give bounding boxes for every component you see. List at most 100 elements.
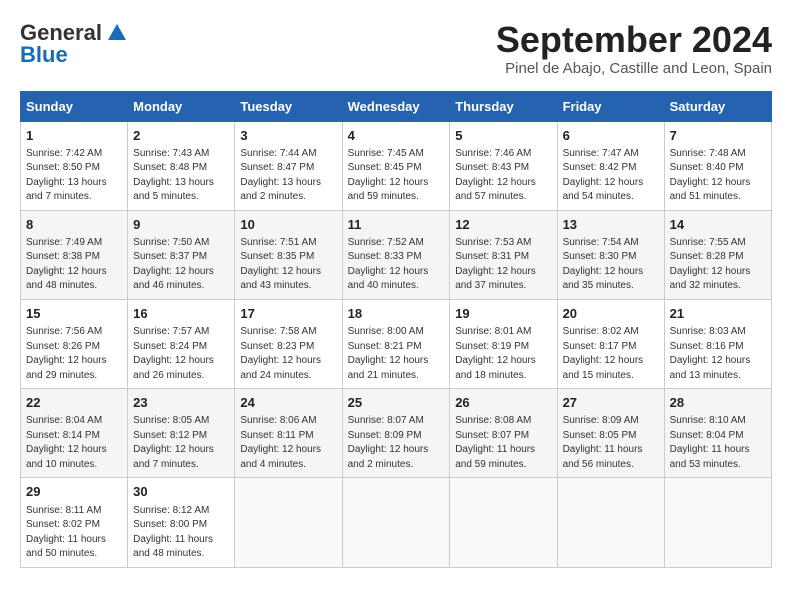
calendar-cell: 23 Sunrise: 8:05 AMSunset: 8:12 PMDayligh… [128,389,235,478]
day-number: 28 [670,394,766,412]
day-number: 20 [563,305,659,323]
day-info: Sunrise: 7:52 AMSunset: 8:33 PMDaylight:… [348,236,445,294]
day-info: Sunrise: 8:06 AMSunset: 8:11 PMDaylight:… [240,414,336,472]
day-number: 26 [455,394,551,412]
day-info: Sunrise: 7:55 AMSunset: 8:28 PMDaylight:… [670,236,766,294]
weekday-friday: Friday [557,91,664,121]
calendar-cell: 20 Sunrise: 8:02 AMSunset: 8:17 PMDayligh… [557,299,664,388]
calendar-cell: 25 Sunrise: 8:07 AMSunset: 8:09 PMDayligh… [342,389,450,478]
calendar-cell: 7 Sunrise: 7:48 AMSunset: 8:40 PMDaylight… [664,121,771,210]
day-number: 13 [563,216,659,234]
day-info: Sunrise: 7:44 AMSunset: 8:47 PMDaylight:… [240,147,336,205]
page-header: General Blue September 2024 Pinel de Aba… [20,20,772,77]
day-number: 14 [670,216,766,234]
day-info: Sunrise: 8:09 AMSunset: 8:05 PMDaylight:… [563,414,659,472]
day-number: 23 [133,394,229,412]
weekday-thursday: Thursday [450,91,557,121]
day-number: 19 [455,305,551,323]
calendar-cell: 8Sunrise: 7:49 AMSunset: 8:38 PMDaylight… [21,210,128,299]
calendar-cell: 2 Sunrise: 7:43 AMSunset: 8:48 PMDaylight… [128,121,235,210]
day-info: Sunrise: 7:45 AMSunset: 8:45 PMDaylight:… [348,147,445,205]
calendar-cell: 26 Sunrise: 8:08 AMSunset: 8:07 PMDayligh… [450,389,557,478]
calendar-cell: 11 Sunrise: 7:52 AMSunset: 8:33 PMDayligh… [342,210,450,299]
day-info: Sunrise: 8:05 AMSunset: 8:12 PMDaylight:… [133,414,229,472]
day-number: 3 [240,127,336,145]
day-info: Sunrise: 7:48 AMSunset: 8:40 PMDaylight:… [670,147,766,205]
calendar-cell: 13Sunrise: 7:54 AMSunset: 8:30 PMDayligh… [557,210,664,299]
day-info: Sunrise: 8:12 AMSunset: 8:00 PMDaylight:… [133,504,229,562]
calendar-cell: 17 Sunrise: 7:58 AMSunset: 8:23 PMDayligh… [235,299,342,388]
day-info: Sunrise: 7:50 AMSunset: 8:37 PMDaylight:… [133,236,229,294]
day-info: Sunrise: 8:01 AMSunset: 8:19 PMDaylight:… [455,325,551,383]
day-number: 16 [133,305,229,323]
day-info: Sunrise: 7:57 AMSunset: 8:24 PMDaylight:… [133,325,229,383]
day-number: 1 [26,127,122,145]
calendar-cell: 19 Sunrise: 8:01 AMSunset: 8:19 PMDayligh… [450,299,557,388]
calendar-cell: 22Sunrise: 8:04 AMSunset: 8:14 PMDayligh… [21,389,128,478]
calendar-cell [664,478,771,567]
calendar-week-5: 29Sunrise: 8:11 AMSunset: 8:02 PMDayligh… [21,478,772,567]
day-info: Sunrise: 7:43 AMSunset: 8:48 PMDaylight:… [133,147,229,205]
calendar-cell: 15 Sunrise: 7:56 AMSunset: 8:26 PMDayligh… [21,299,128,388]
calendar-week-2: 8Sunrise: 7:49 AMSunset: 8:38 PMDaylight… [21,210,772,299]
day-info: Sunrise: 7:51 AMSunset: 8:35 PMDaylight:… [240,236,336,294]
day-number: 6 [563,127,659,145]
calendar-week-3: 15 Sunrise: 7:56 AMSunset: 8:26 PMDayligh… [21,299,772,388]
calendar-cell: 29Sunrise: 8:11 AMSunset: 8:02 PMDayligh… [21,478,128,567]
weekday-saturday: Saturday [664,91,771,121]
day-info: Sunrise: 8:07 AMSunset: 8:09 PMDaylight:… [348,414,445,472]
day-info: Sunrise: 7:47 AMSunset: 8:42 PMDaylight:… [563,147,659,205]
location-title: Pinel de Abajo, Castille and Leon, Spain [496,60,772,77]
day-info: Sunrise: 7:58 AMSunset: 8:23 PMDaylight:… [240,325,336,383]
day-info: Sunrise: 7:53 AMSunset: 8:31 PMDaylight:… [455,236,551,294]
calendar-cell: 5 Sunrise: 7:46 AMSunset: 8:43 PMDaylight… [450,121,557,210]
logo-icon [106,22,128,44]
calendar-cell: 12Sunrise: 7:53 AMSunset: 8:31 PMDayligh… [450,210,557,299]
day-info: Sunrise: 8:08 AMSunset: 8:07 PMDaylight:… [455,414,551,472]
day-info: Sunrise: 8:10 AMSunset: 8:04 PMDaylight:… [670,414,766,472]
day-number: 30 [133,483,229,501]
day-number: 21 [670,305,766,323]
day-number: 11 [348,216,445,234]
calendar-week-1: 1 Sunrise: 7:42 AMSunset: 8:50 PMDaylight… [21,121,772,210]
calendar-cell: 10 Sunrise: 7:51 AMSunset: 8:35 PMDayligh… [235,210,342,299]
calendar-cell: 28 Sunrise: 8:10 AMSunset: 8:04 PMDayligh… [664,389,771,478]
calendar-cell: 4 Sunrise: 7:45 AMSunset: 8:45 PMDaylight… [342,121,450,210]
day-number: 29 [26,483,122,501]
day-info: Sunrise: 7:56 AMSunset: 8:26 PMDaylight:… [26,325,122,383]
month-title: September 2024 [496,20,772,60]
day-number: 2 [133,127,229,145]
calendar-cell: 24Sunrise: 8:06 AMSunset: 8:11 PMDayligh… [235,389,342,478]
day-info: Sunrise: 7:46 AMSunset: 8:43 PMDaylight:… [455,147,551,205]
day-info: Sunrise: 7:42 AMSunset: 8:50 PMDaylight:… [26,147,122,205]
calendar-week-4: 22Sunrise: 8:04 AMSunset: 8:14 PMDayligh… [21,389,772,478]
day-number: 17 [240,305,336,323]
calendar-cell: 27 Sunrise: 8:09 AMSunset: 8:05 PMDayligh… [557,389,664,478]
day-number: 4 [348,127,445,145]
day-number: 5 [455,127,551,145]
calendar-cell: 9 Sunrise: 7:50 AMSunset: 8:37 PMDaylight… [128,210,235,299]
day-number: 18 [348,305,445,323]
day-number: 9 [133,216,229,234]
calendar-cell: 18 Sunrise: 8:00 AMSunset: 8:21 PMDayligh… [342,299,450,388]
weekday-monday: Monday [128,91,235,121]
calendar-cell: 21 Sunrise: 8:03 AMSunset: 8:16 PMDayligh… [664,299,771,388]
weekday-wednesday: Wednesday [342,91,450,121]
day-number: 25 [348,394,445,412]
calendar-cell: 16 Sunrise: 7:57 AMSunset: 8:24 PMDayligh… [128,299,235,388]
day-number: 22 [26,394,122,412]
calendar-cell: 30 Sunrise: 8:12 AMSunset: 8:00 PMDayligh… [128,478,235,567]
weekday-header-row: SundayMondayTuesdayWednesdayThursdayFrid… [21,91,772,121]
day-number: 27 [563,394,659,412]
day-number: 8 [26,216,122,234]
day-info: Sunrise: 8:03 AMSunset: 8:16 PMDaylight:… [670,325,766,383]
day-number: 10 [240,216,336,234]
day-number: 15 [26,305,122,323]
weekday-sunday: Sunday [21,91,128,121]
calendar-table: SundayMondayTuesdayWednesdayThursdayFrid… [20,91,772,568]
day-number: 7 [670,127,766,145]
calendar-cell [342,478,450,567]
calendar-cell: 14 Sunrise: 7:55 AMSunset: 8:28 PMDayligh… [664,210,771,299]
day-info: Sunrise: 8:00 AMSunset: 8:21 PMDaylight:… [348,325,445,383]
day-info: Sunrise: 8:02 AMSunset: 8:17 PMDaylight:… [563,325,659,383]
